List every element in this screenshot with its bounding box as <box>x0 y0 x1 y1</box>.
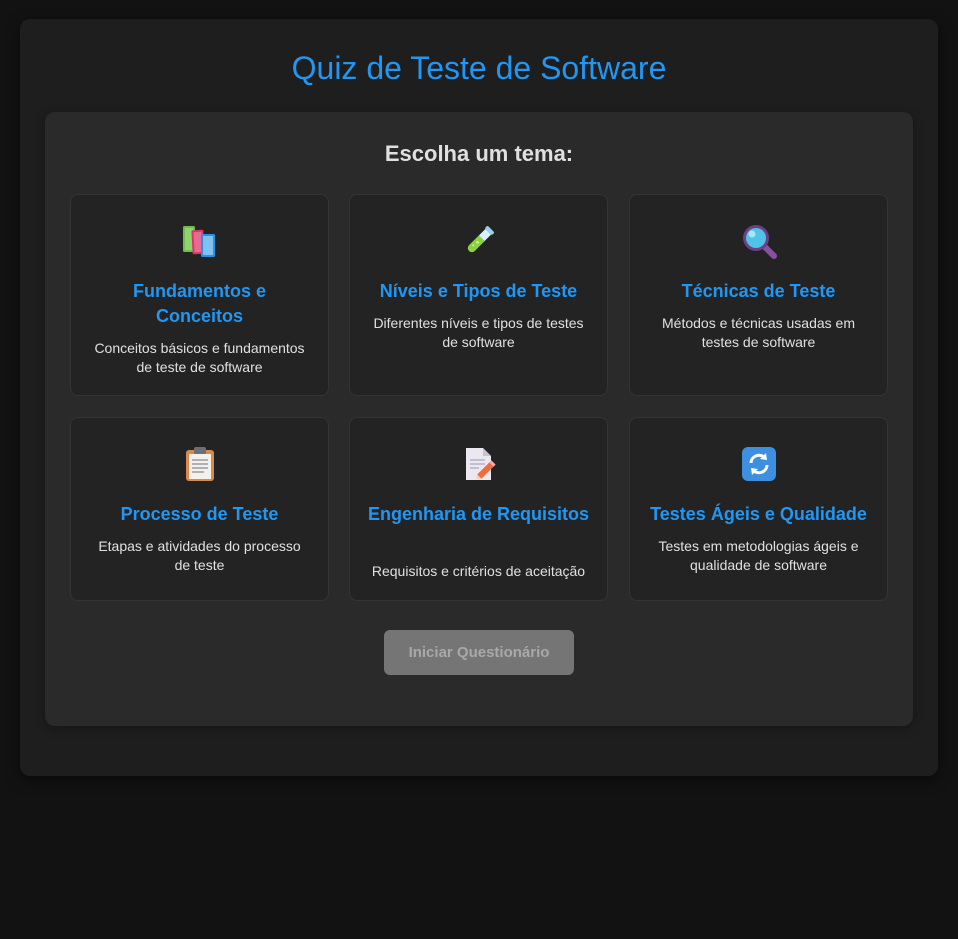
topic-title: Níveis e Tipos de Teste <box>379 281 578 301</box>
topic-title: Processo de Teste <box>120 504 279 524</box>
page-title: Quiz de Teste de Software <box>291 50 667 86</box>
topic-description: Conceitos básicos e fundamentos de teste… <box>94 340 305 375</box>
topic-description: Diferentes níveis e tipos de testes de s… <box>373 315 584 350</box>
test-tube-icon <box>467 226 494 253</box>
topic-description: Etapas e atividades do processo de teste <box>98 538 301 573</box>
topic-card-processo[interactable]: Processo de Teste Etapas e atividades do… <box>70 417 329 601</box>
clipboard-icon <box>185 447 214 481</box>
topic-title: Engenharia de Requisitos <box>367 504 590 524</box>
magnifying-glass-icon <box>742 225 777 259</box>
document-pencil-icon <box>465 448 496 480</box>
start-quiz-button[interactable]: Iniciar Questionário <box>384 630 574 675</box>
topic-title: Testes Ágeis e Qualidade <box>650 504 867 524</box>
topic-card-engenharia[interactable]: Engenharia de Requisitos Requisitos e cr… <box>349 417 608 601</box>
topic-selection-panel: Escolha um tema: Fundamentos e Conceitos… <box>45 112 913 726</box>
topic-card-fundamentos[interactable]: Fundamentos e Conceitos Conceitos básico… <box>70 194 329 396</box>
topic-heading: Escolha um tema: <box>384 141 574 166</box>
topic-description: Requisitos e critérios de aceitação <box>371 563 586 579</box>
quiz-container: Quiz de Teste de Software Escolha um tem… <box>20 19 938 776</box>
topic-title: Fundamentos e Conceitos <box>132 281 266 326</box>
topic-description: Testes em metodologias ágeis e qualidade… <box>658 538 859 573</box>
books-icon <box>182 226 215 257</box>
topic-description: Métodos e técnicas usadas em testes de s… <box>662 315 855 350</box>
topic-card-niveis[interactable]: Níveis e Tipos de Teste Diferentes nívei… <box>349 194 608 396</box>
topic-card-tecnicas[interactable]: Técnicas de Teste Métodos e técnicas usa… <box>629 194 888 396</box>
refresh-icon <box>741 447 776 481</box>
topic-card-ageis[interactable]: Testes Ágeis e Qualidade Testes em metod… <box>629 417 888 601</box>
topic-title: Técnicas de Teste <box>681 281 836 301</box>
